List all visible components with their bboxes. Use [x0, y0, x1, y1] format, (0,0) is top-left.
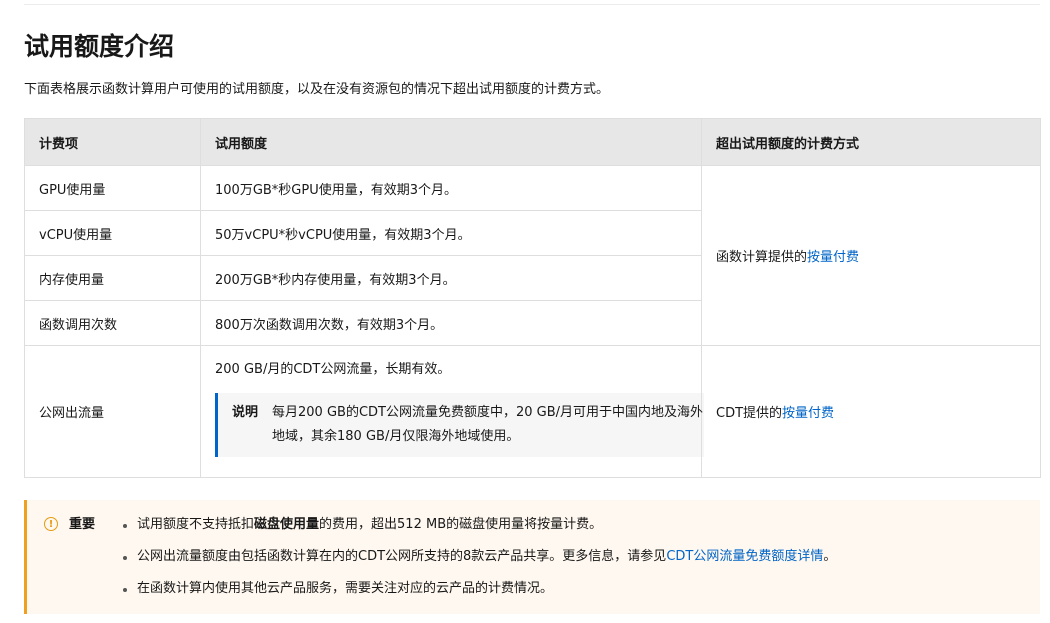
billing-prefix: CDT提供的: [716, 406, 783, 421]
important-notice: ! 重要 试用额度不支持抵扣磁盘使用量的费用，超出512 MB的磁盘使用量将按量…: [24, 500, 1040, 614]
cell-quota: 800万次函数调用次数，有效期3个月。: [200, 300, 702, 346]
note-label: 说明: [232, 405, 259, 420]
table-row: 公网出流量 200 GB/月的CDT公网流量，长期有效。 说明 每月200 GB…: [24, 345, 1041, 478]
cell-item: 公网出流量: [24, 345, 201, 478]
cell-billing-method: 函数计算提供的按量付费: [701, 165, 1041, 346]
traffic-quota-text: 200 GB/月的CDT公网流量，长期有效。: [215, 362, 451, 377]
item-text: 。: [823, 549, 837, 564]
item-bold-text: 磁盘使用量: [254, 517, 320, 532]
note-text: 每月200 GB的CDT公网流量免费额度中，20 GB/月可用于中国内地及海外地…: [272, 405, 704, 444]
item-text: 的费用，超出512 MB的磁盘使用量将按量计费。: [319, 517, 603, 532]
table-header-row: 计费项 试用额度 超出试用额度的计费方式: [24, 118, 1041, 166]
cell-quota: 100万GB*秒GPU使用量，有效期3个月。: [200, 165, 702, 211]
item-text: 试用额度不支持抵扣: [137, 517, 255, 532]
list-item: 试用额度不支持抵扣磁盘使用量的费用，超出512 MB的磁盘使用量将按量计费。: [119, 515, 836, 535]
header-overage-billing: 超出试用额度的计费方式: [701, 118, 1041, 166]
list-item: 公网出流量额度由包括函数计算在内的CDT公网所支持的8款云产品共享。更多信息，请…: [119, 547, 836, 567]
important-label: 重要: [69, 517, 96, 532]
cdt-free-quota-link[interactable]: CDT公网流量免费额度详情: [666, 549, 823, 564]
cell-billing-method: CDT提供的按量付费: [701, 345, 1041, 478]
pay-as-you-go-link[interactable]: 按量付费: [782, 406, 834, 421]
note-box: 说明 每月200 GB的CDT公网流量免费额度中，20 GB/月可用于中国内地及…: [215, 393, 704, 457]
cell-item: 内存使用量: [24, 255, 201, 301]
top-divider: [24, 4, 1040, 5]
cell-item: GPU使用量: [24, 165, 201, 211]
intro-text: 下面表格展示函数计算用户可使用的试用额度，以及在没有资源包的情况下超出试用额度的…: [24, 82, 610, 97]
cell-quota: 200 GB/月的CDT公网流量，长期有效。 说明 每月200 GB的CDT公网…: [200, 345, 704, 478]
list-item: 在函数计算内使用其他云产品服务，需要关注对应的云产品的计费情况。: [119, 579, 836, 599]
cell-quota: 200万GB*秒内存使用量，有效期3个月。: [200, 255, 702, 301]
cell-item: 函数调用次数: [24, 300, 201, 346]
header-billing-item: 计费项: [24, 118, 201, 166]
table-row: GPU使用量 100万GB*秒GPU使用量，有效期3个月。 函数计算提供的按量付…: [24, 165, 1041, 346]
cell-item: vCPU使用量: [24, 210, 201, 256]
cell-quota: 50万vCPU*秒vCPU使用量，有效期3个月。: [200, 210, 702, 256]
item-text: 公网出流量额度由包括函数计算在内的CDT公网所支持的8款云产品共享。更多信息，请…: [137, 549, 667, 564]
billing-prefix: 函数计算提供的: [716, 250, 808, 265]
important-list: 试用额度不支持抵扣磁盘使用量的费用，超出512 MB的磁盘使用量将按量计费。 公…: [119, 515, 836, 611]
pay-as-you-go-link[interactable]: 按量付费: [807, 250, 859, 265]
warning-circle-icon: !: [44, 517, 58, 531]
trial-quota-table: 计费项 试用额度 超出试用额度的计费方式 GPU使用量 100万GB*秒GPU使…: [24, 118, 1041, 478]
header-trial-quota: 试用额度: [200, 118, 702, 166]
page-title: 试用额度介绍: [24, 32, 175, 61]
